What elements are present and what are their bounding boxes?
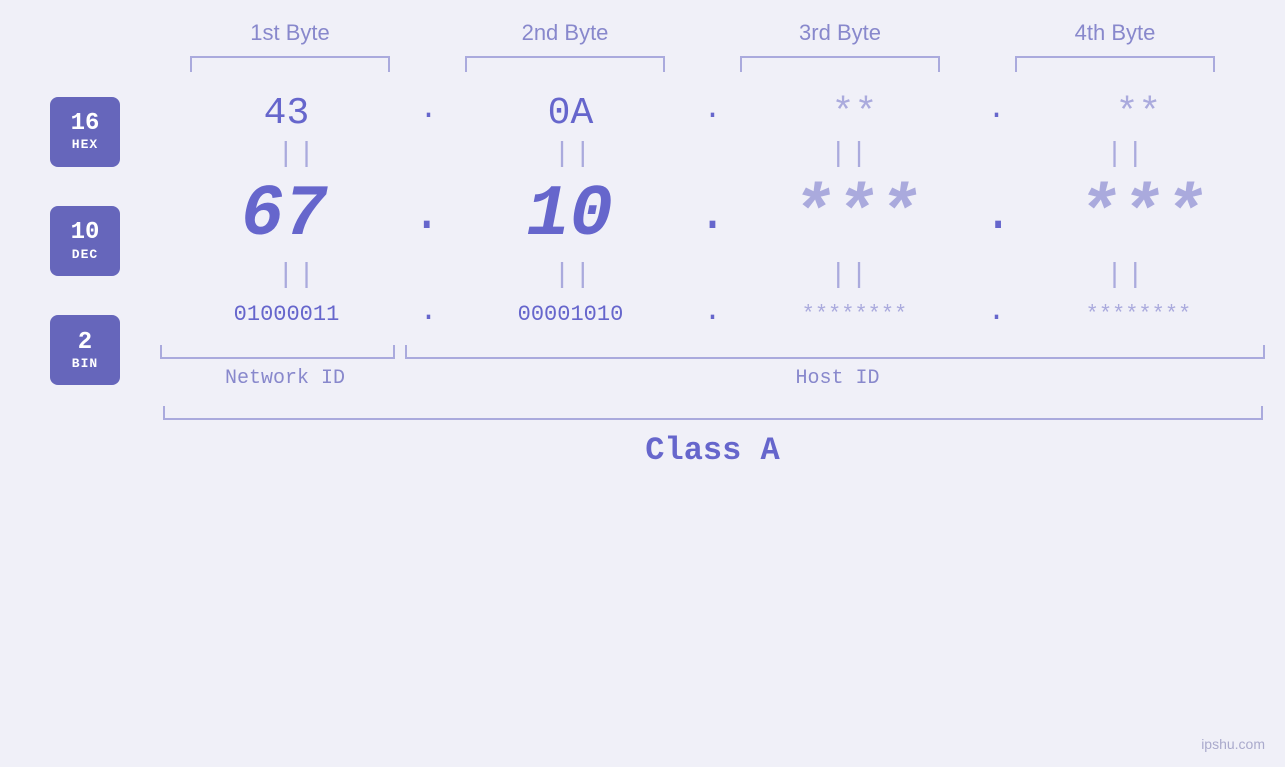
hex-value-3: **	[832, 92, 878, 135]
bin-cell-3: ********	[744, 302, 964, 327]
equals-row-2: || || || ||	[140, 260, 1285, 291]
dec-cell-2: 10	[460, 174, 680, 256]
bin-row: 01000011 . 00001010 . ******** . *******…	[140, 295, 1285, 333]
badge-bin-number: 2	[78, 330, 92, 356]
dot-dec-3: .	[983, 187, 1013, 256]
equals-cell-1-1: ||	[188, 139, 408, 170]
class-label: Class A	[163, 432, 1263, 469]
hex-value-4: **	[1116, 92, 1162, 135]
dot-bin-1: .	[419, 295, 437, 333]
dec-value-4: ***	[1076, 174, 1206, 256]
badge-bin: 2 BIN	[50, 315, 120, 385]
hex-cell-1: 43	[176, 92, 396, 135]
hex-value-1: 43	[264, 92, 310, 135]
host-id-label: Host ID	[410, 367, 1265, 390]
dot-hex-2: .	[703, 93, 721, 135]
network-id-label: Network ID	[160, 367, 410, 390]
badge-dec-number: 10	[71, 220, 100, 246]
equals-cell-2-4: ||	[1017, 260, 1237, 291]
equals-cell-2-2: ||	[464, 260, 684, 291]
dec-cell-1: 67	[174, 174, 394, 256]
bin-value-2: 00001010	[518, 302, 624, 327]
bracket-3	[740, 56, 940, 72]
byte-header-2: 2nd Byte	[455, 20, 675, 46]
bin-value-3: ********	[802, 302, 908, 327]
id-labels: Network ID Host ID	[140, 367, 1285, 390]
byte-headers: 1st Byte 2nd Byte 3rd Byte 4th Byte	[153, 20, 1253, 46]
byte-header-3: 3rd Byte	[730, 20, 950, 46]
dot-hex-1: .	[419, 93, 437, 135]
dot-hex-3: .	[987, 93, 1005, 135]
big-bracket-container	[163, 406, 1263, 420]
badge-bin-label: BIN	[72, 356, 98, 371]
byte-header-1: 1st Byte	[180, 20, 400, 46]
badge-dec-label: DEC	[72, 247, 98, 262]
equals-cell-1-4: ||	[1017, 139, 1237, 170]
byte-header-4: 4th Byte	[1005, 20, 1225, 46]
hex-cell-2: 0A	[460, 92, 680, 135]
badge-hex-label: HEX	[72, 137, 98, 152]
hex-row: 43 . 0A . ** . **	[140, 92, 1285, 135]
host-bottom-bracket	[405, 345, 1265, 359]
bin-cell-4: ********	[1028, 302, 1248, 327]
hex-value-2: 0A	[548, 92, 594, 135]
hex-cell-3: **	[744, 92, 964, 135]
equals-cell-2-3: ||	[741, 260, 961, 291]
main-container: 1st Byte 2nd Byte 3rd Byte 4th Byte 16 H…	[0, 0, 1285, 767]
rows-container: 43 . 0A . ** . ** || || || ||	[140, 92, 1285, 390]
bracket-4	[1015, 56, 1215, 72]
badges-column: 16 HEX 10 DEC 2 BIN	[0, 92, 140, 390]
dec-value-3: ***	[791, 174, 921, 256]
dot-bin-3: .	[987, 295, 1005, 333]
equals-cell-1-2: ||	[464, 139, 684, 170]
badge-hex-number: 16	[71, 111, 100, 137]
dot-bin-2: .	[703, 295, 721, 333]
equals-row-1: || || || ||	[140, 139, 1285, 170]
bin-value-4: ********	[1086, 302, 1192, 327]
bracket-2	[465, 56, 665, 72]
dec-value-1: 67	[241, 174, 327, 256]
bin-cell-1: 01000011	[176, 302, 396, 327]
big-bracket	[163, 406, 1263, 420]
dec-cell-4: ***	[1031, 174, 1251, 256]
dot-dec-2: .	[697, 187, 727, 256]
equals-cell-2-1: ||	[188, 260, 408, 291]
bin-cell-2: 00001010	[460, 302, 680, 327]
bottom-brackets	[140, 345, 1285, 359]
network-bottom-bracket	[160, 345, 395, 359]
hex-cell-4: **	[1028, 92, 1248, 135]
bracket-1	[190, 56, 390, 72]
badge-dec: 10 DEC	[50, 206, 120, 276]
bin-value-1: 01000011	[234, 302, 340, 327]
equals-cell-1-3: ||	[741, 139, 961, 170]
top-brackets	[153, 56, 1253, 72]
watermark: ipshu.com	[1201, 736, 1265, 752]
dot-dec-1: .	[412, 187, 442, 256]
dec-row: 67 . 10 . *** . ***	[140, 174, 1285, 256]
dec-cell-3: ***	[745, 174, 965, 256]
dec-value-2: 10	[526, 174, 612, 256]
badge-hex: 16 HEX	[50, 97, 120, 167]
